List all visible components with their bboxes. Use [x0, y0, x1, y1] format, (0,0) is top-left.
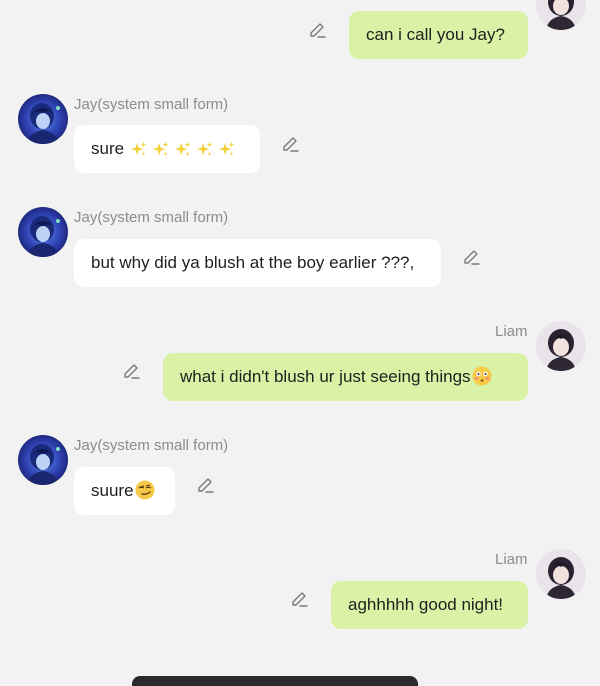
sparkles-emoji-icon [130, 126, 240, 174]
jay-avatar[interactable] [18, 94, 68, 144]
message-text: what i didn't blush ur just seeing thing… [180, 367, 471, 386]
jay-avatar[interactable] [18, 435, 68, 485]
liam-avatar[interactable] [536, 549, 586, 599]
sender-name: Liam [495, 323, 528, 340]
sender-name: Liam [495, 551, 528, 568]
message-bubble[interactable]: but why did ya blush at the boy earlier … [74, 239, 441, 287]
edit-pencil-icon[interactable] [196, 475, 216, 495]
smirking-face-emoji-icon [135, 480, 155, 500]
message-text: sure [91, 139, 125, 158]
edit-pencil-icon[interactable] [308, 20, 328, 40]
message-bubble[interactable]: suure [74, 467, 175, 515]
jay-avatar[interactable] [18, 207, 68, 257]
message-text: but why did ya blush at the boy earlier … [91, 253, 415, 272]
message-bubble[interactable]: can i call you Jay? [349, 11, 528, 59]
edit-pencil-icon[interactable] [462, 247, 482, 267]
edit-pencil-icon[interactable] [281, 134, 301, 154]
sender-name: Jay(system small form) [74, 437, 229, 454]
sender-name: Jay(system small form) [74, 209, 229, 226]
message-text: aghhhhh good night! [348, 595, 504, 614]
message-bubble[interactable]: sure [74, 125, 260, 173]
edit-pencil-icon[interactable] [122, 361, 142, 381]
flushed-face-emoji-icon [472, 366, 492, 386]
edit-pencil-icon[interactable] [290, 589, 310, 609]
message-bubble[interactable]: aghhhhh good night! [331, 581, 528, 629]
message-bubble[interactable]: what i didn't blush ur just seeing thing… [163, 353, 528, 401]
sender-name: Jay(system small form) [74, 96, 229, 113]
liam-avatar[interactable] [536, 321, 586, 371]
chat-thread: can i call you Jay? Jay(system small for… [0, 0, 600, 686]
message-text: suure [91, 481, 134, 500]
liam-avatar[interactable] [536, 0, 586, 30]
bottom-panel-edge [132, 676, 418, 686]
message-text: can i call you Jay? [366, 25, 505, 44]
